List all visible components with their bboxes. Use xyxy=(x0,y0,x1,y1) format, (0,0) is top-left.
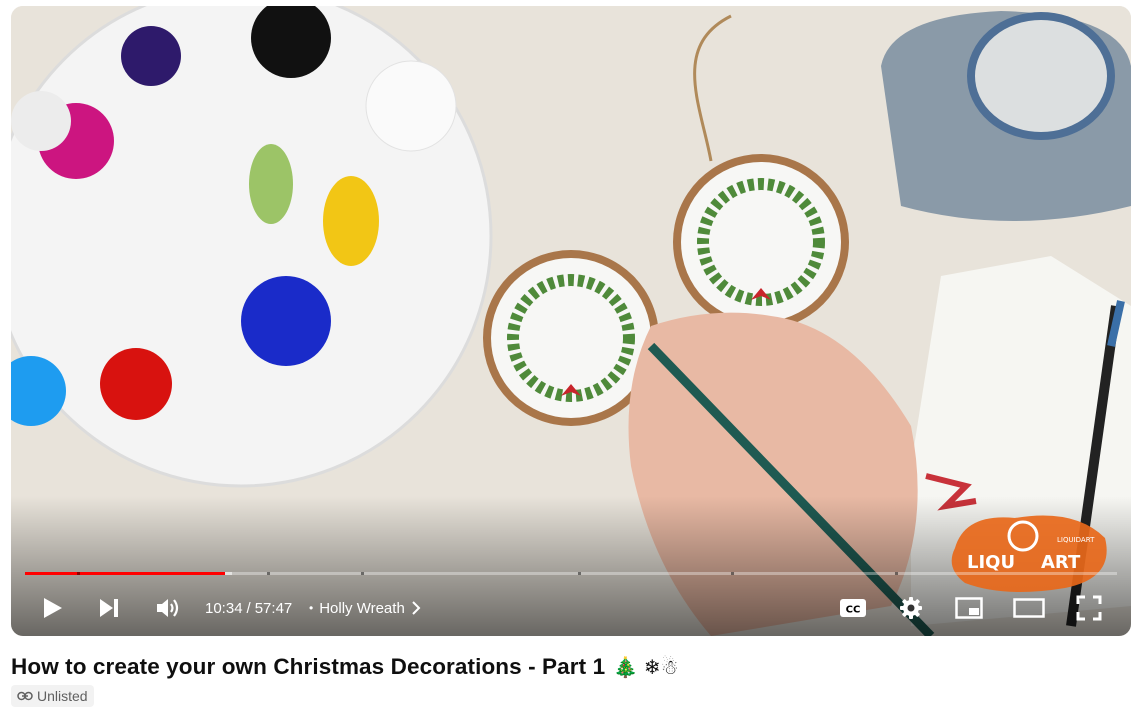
fullscreen-button[interactable] xyxy=(1071,586,1107,630)
title-emoji: 🎄 ❄☃ xyxy=(613,657,679,679)
current-time: 10:34 xyxy=(205,599,243,617)
svg-text:CC: CC xyxy=(846,605,861,616)
chapter-marker xyxy=(895,572,898,575)
time-display: 10:34 / 57:47 xyxy=(205,586,292,630)
next-button[interactable] xyxy=(91,586,127,630)
duration: 57:47 xyxy=(254,599,293,617)
mute-button[interactable] xyxy=(151,586,187,630)
chapter-marker xyxy=(731,572,734,575)
chapter-marker xyxy=(267,572,270,575)
play-button[interactable] xyxy=(35,586,71,630)
svg-text:ART: ART xyxy=(1041,552,1081,573)
theater-mode-button[interactable] xyxy=(1009,586,1049,630)
video-title-text: How to create your own Christmas Decorat… xyxy=(11,654,606,679)
time-separator: / xyxy=(246,599,251,617)
chevron-right-icon xyxy=(412,601,421,615)
chapter-marker xyxy=(361,572,364,575)
chapter-button[interactable]: • Holly Wreath xyxy=(309,586,421,630)
chapter-title: Holly Wreath xyxy=(319,599,405,617)
settings-icon xyxy=(900,597,922,619)
chapter-marker xyxy=(77,572,80,575)
chapter-bullet: • xyxy=(309,601,314,615)
miniplayer-icon xyxy=(955,597,983,619)
play-icon xyxy=(44,598,62,618)
settings-button[interactable] xyxy=(893,586,929,630)
visibility-badge: Unlisted xyxy=(11,685,94,707)
player-controls: 10:34 / 57:47 • Holly Wreath CC xyxy=(11,586,1131,630)
played-bar xyxy=(25,572,225,575)
subtitles-button[interactable]: CC xyxy=(835,586,871,630)
fullscreen-icon xyxy=(1076,595,1102,621)
theater-mode-icon xyxy=(1013,598,1045,618)
svg-text:LIQU: LIQU xyxy=(967,552,1015,573)
volume-icon xyxy=(157,599,179,617)
miniplayer-button[interactable] xyxy=(951,586,987,630)
channel-watermark-logo: LIQU ART LIQUIDART xyxy=(951,515,1107,592)
progress-bar[interactable] xyxy=(25,572,1117,575)
next-icon xyxy=(100,599,118,617)
svg-text:LIQUIDART: LIQUIDART xyxy=(1057,536,1095,544)
video-title: How to create your own Christmas Decorat… xyxy=(11,654,679,680)
link-icon xyxy=(17,691,33,701)
subtitles-icon: CC xyxy=(840,599,866,617)
visibility-label: Unlisted xyxy=(37,688,88,704)
video-player[interactable]: LIQU ART LIQUIDART 10:34 / 57:47 • Holly… xyxy=(11,6,1131,636)
chapter-marker xyxy=(578,572,581,575)
